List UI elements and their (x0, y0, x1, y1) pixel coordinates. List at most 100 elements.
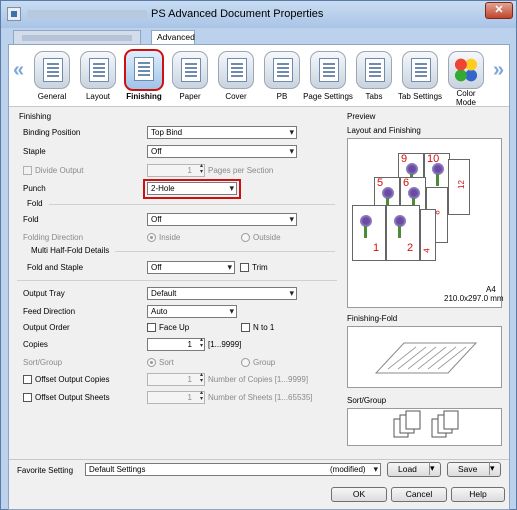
folding-direction-label: Folding Direction (23, 233, 84, 242)
tab-settings-icon (402, 51, 438, 89)
fold-label: Fold (23, 215, 39, 224)
layout-icon (80, 51, 116, 89)
trim-checkbox[interactable] (240, 263, 249, 272)
finishing-section-label: Finishing (19, 112, 52, 121)
divide-output-checkbox[interactable] (23, 166, 32, 175)
preview-page-side: 4 (420, 209, 436, 261)
fold-diagram (374, 342, 478, 374)
staple-label: Staple (23, 147, 46, 156)
preview-page: 1 (352, 205, 386, 261)
favorite-setting-select[interactable]: Default Settings (modified) (85, 463, 381, 476)
offset-copies-spinner[interactable]: 1 (147, 372, 205, 386)
tabs-icon (356, 51, 392, 89)
function-icon-bar: « » General Layout Finishing Paper Cover (9, 45, 509, 107)
offset-output-copies-checkbox[interactable] (23, 375, 32, 384)
face-up-checkbox[interactable] (147, 323, 156, 332)
preview-page-side: 12 (448, 159, 470, 215)
preview-label: Preview (347, 112, 376, 121)
preview-area: Preview Layout and Finishing 9 10 12 5 6… (345, 108, 509, 458)
printer-general-icon (34, 51, 70, 89)
preview-page: 2 (386, 205, 420, 261)
page-settings-icon (310, 51, 346, 89)
sort-radio[interactable] (147, 358, 156, 367)
printer-app-icon (7, 7, 21, 21)
output-order-label: Output Order (23, 323, 70, 332)
layout-and-finishing-label: Layout and Finishing (347, 126, 421, 135)
scroll-left-icon[interactable]: « (13, 59, 24, 82)
toolbar-color-mode-label: Color Mode (455, 89, 476, 107)
feed-direction-select[interactable]: Auto (147, 305, 237, 318)
bottom-bar: Favorite Setting Default Settings (modif… (9, 459, 509, 509)
binding-position-label: Binding Position (23, 128, 81, 137)
multi-half-fold-line (115, 251, 335, 252)
sort-label: Sort (159, 358, 174, 367)
copies-spinner[interactable]: 1 (147, 337, 205, 351)
save-button[interactable]: Save (447, 462, 501, 477)
section-divider (17, 280, 337, 281)
load-button[interactable]: Load (387, 462, 441, 477)
fold-and-staple-select[interactable]: Off (147, 261, 235, 274)
n-to-1-label: N to 1 (253, 323, 275, 332)
output-tray-label: Output Tray (23, 289, 65, 298)
fold-select[interactable]: Off (147, 213, 297, 226)
offset-output-copies-label: Offset Output Copies (35, 375, 110, 384)
binding-position-select[interactable]: Top Bind (147, 126, 297, 139)
divide-output-label: Divide Output (35, 166, 84, 175)
trim-label: Trim (252, 263, 268, 272)
preview-page: 10 (424, 153, 450, 191)
group-radio[interactable] (241, 358, 250, 367)
multi-half-fold-label: Multi Half-Fold Details (31, 246, 110, 255)
number-of-copies-label: Number of Copies [1...9999] (208, 375, 309, 384)
close-button[interactable]: ✕ (485, 2, 513, 19)
sort-group-preview-label: Sort/Group (347, 396, 387, 405)
pb-icon (264, 51, 300, 89)
number-of-sheets-label: Number of Sheets [1...65535] (208, 393, 313, 402)
tab-strip: Advanced (1, 28, 516, 45)
feed-direction-label: Feed Direction (23, 307, 76, 316)
staple-select[interactable]: Off (147, 145, 297, 158)
content-panel: « » General Layout Finishing Paper Cover (8, 44, 510, 510)
copies-range-label: [1...9999] (208, 340, 242, 349)
n-to-1-checkbox[interactable] (241, 323, 250, 332)
group-label: Group (253, 358, 276, 367)
sort-group-label: Sort/Group (23, 358, 63, 367)
fold-and-staple-label: Fold and Staple (27, 263, 84, 272)
punch-select[interactable]: 2-Hole (147, 182, 237, 195)
scroll-right-icon[interactable]: » (493, 59, 504, 82)
favorite-setting-label: Favorite Setting (17, 466, 74, 475)
cover-icon (218, 51, 254, 89)
paper-size-label: A4 (486, 285, 496, 294)
finishing-icon (124, 49, 164, 91)
tab-blurred[interactable] (13, 30, 141, 45)
sort-diagram (393, 410, 459, 438)
favorite-setting-value: Default Settings (89, 465, 146, 474)
help-button[interactable]: Help (451, 487, 505, 502)
outside-radio[interactable] (241, 233, 250, 242)
toolbar-tab-settings[interactable]: Tab Settings (397, 49, 443, 107)
face-up-label: Face Up (159, 323, 190, 332)
offset-sheets-spinner[interactable]: 1 (147, 390, 205, 404)
paper-dims-label: 210.0x297.0 mm (444, 294, 504, 303)
inside-radio[interactable] (147, 233, 156, 242)
cancel-button[interactable]: Cancel (391, 487, 447, 502)
offset-output-sheets-checkbox[interactable] (23, 393, 32, 402)
title-blurred-text (27, 10, 147, 19)
dialog-window: PS Advanced Document Properties ✕ Advanc… (0, 0, 517, 510)
copies-label: Copies (23, 340, 48, 349)
punch-label: Punch (23, 184, 46, 193)
window-title: PS Advanced Document Properties (151, 8, 324, 20)
toolbar-tab-settings-label: Tab Settings (397, 92, 443, 101)
finishing-fold-label: Finishing-Fold (347, 314, 398, 323)
fold-group-label: Fold (27, 199, 43, 208)
sort-group-preview (347, 408, 502, 446)
output-tray-select[interactable]: Default (147, 287, 297, 300)
outside-label: Outside (253, 233, 281, 242)
ok-button[interactable]: OK (331, 487, 387, 502)
title-bar: PS Advanced Document Properties ✕ (1, 1, 516, 28)
divide-output-spinner[interactable]: 1 (147, 163, 205, 177)
fold-group-line (49, 204, 335, 205)
settings-area: Finishing Binding Position Top Bind Stap… (9, 108, 345, 458)
toolbar-color-mode[interactable]: Color Mode (443, 49, 489, 107)
tab-advanced[interactable]: Advanced (151, 30, 195, 45)
paper-icon (172, 51, 208, 89)
